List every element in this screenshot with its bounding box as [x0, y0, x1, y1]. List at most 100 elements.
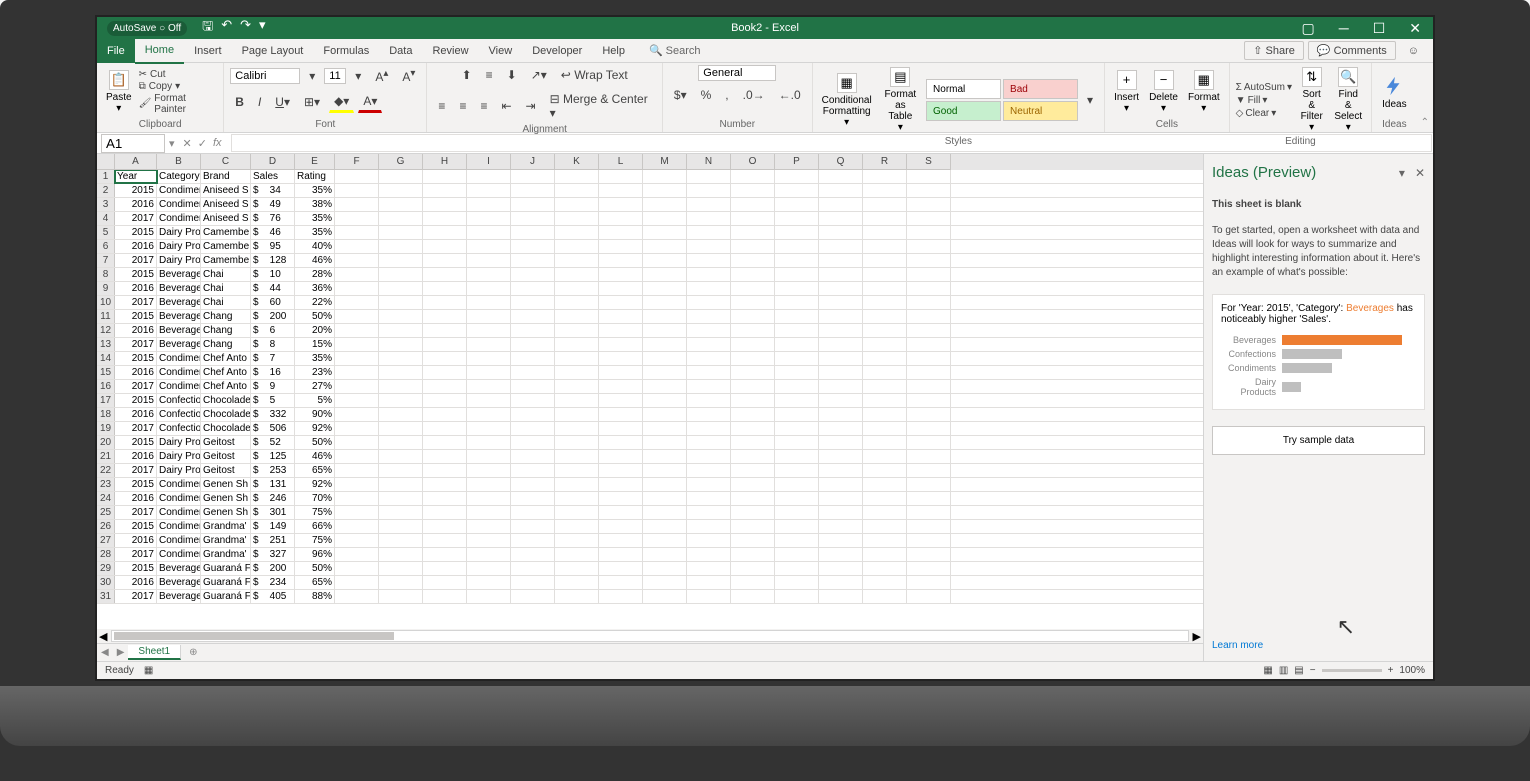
cell[interactable] — [687, 226, 731, 239]
cell[interactable] — [467, 324, 511, 337]
cell[interactable] — [335, 212, 379, 225]
cell[interactable] — [687, 590, 731, 603]
cell[interactable] — [511, 478, 555, 491]
cell[interactable] — [731, 338, 775, 351]
cell[interactable] — [731, 394, 775, 407]
cell[interactable] — [907, 366, 951, 379]
cell[interactable] — [599, 310, 643, 323]
autosum-button[interactable]: ΣAutoSum ▾ — [1236, 81, 1292, 94]
cell[interactable]: Aniseed S — [201, 212, 251, 225]
cell[interactable]: Beverage — [157, 562, 201, 575]
learn-more-link[interactable]: Learn more — [1212, 640, 1425, 651]
cell[interactable] — [643, 240, 687, 253]
cell[interactable] — [775, 226, 819, 239]
cell[interactable] — [511, 324, 555, 337]
cell[interactable] — [467, 562, 511, 575]
cell[interactable] — [555, 226, 599, 239]
align-right-icon[interactable]: ≡ — [475, 96, 492, 116]
cell[interactable]: 50% — [295, 562, 335, 575]
row-header[interactable]: 1 — [97, 170, 115, 183]
cell[interactable] — [379, 520, 423, 533]
cell[interactable] — [555, 562, 599, 575]
cell[interactable]: 50% — [295, 436, 335, 449]
cell[interactable] — [467, 548, 511, 561]
cell[interactable] — [467, 212, 511, 225]
ideas-button[interactable]: Ideas — [1378, 69, 1410, 114]
cell[interactable]: Grandma' — [201, 534, 251, 547]
cell[interactable] — [687, 268, 731, 281]
cell[interactable]: $ 332 — [251, 408, 295, 421]
row-header[interactable]: 14 — [97, 352, 115, 365]
cell[interactable]: 2015 — [115, 394, 157, 407]
column-header[interactable]: F — [335, 154, 379, 170]
cell[interactable]: 2017 — [115, 212, 157, 225]
cell[interactable] — [423, 464, 467, 477]
cell[interactable] — [555, 296, 599, 309]
cell[interactable]: 2015 — [115, 478, 157, 491]
cell[interactable] — [687, 506, 731, 519]
cell[interactable]: Chocolade — [201, 422, 251, 435]
tell-me-search[interactable]: 🔍 Search — [649, 44, 701, 57]
cell[interactable] — [863, 408, 907, 421]
cell[interactable] — [731, 534, 775, 547]
cell[interactable] — [555, 548, 599, 561]
cell[interactable]: Condimer — [157, 212, 201, 225]
cell[interactable] — [731, 436, 775, 449]
cell[interactable] — [907, 590, 951, 603]
cell[interactable] — [863, 394, 907, 407]
cell[interactable] — [555, 170, 599, 183]
cell[interactable]: Guaraná F — [201, 590, 251, 603]
cell[interactable] — [467, 576, 511, 589]
cell[interactable] — [643, 170, 687, 183]
conditional-formatting-button[interactable]: ▦Conditional Formatting▾ — [819, 71, 875, 130]
cell[interactable] — [467, 268, 511, 281]
cell[interactable] — [863, 380, 907, 393]
cell[interactable] — [335, 408, 379, 421]
row-header[interactable]: 23 — [97, 478, 115, 491]
cell[interactable] — [335, 534, 379, 547]
cell[interactable]: Beverage — [157, 338, 201, 351]
cell[interactable]: 46% — [295, 254, 335, 267]
cell[interactable] — [335, 562, 379, 575]
cell[interactable] — [555, 436, 599, 449]
style-normal[interactable]: Normal — [926, 79, 1001, 99]
cell[interactable]: 35% — [295, 226, 335, 239]
cell[interactable] — [819, 226, 863, 239]
cell[interactable] — [643, 562, 687, 575]
row-header[interactable]: 31 — [97, 590, 115, 603]
cell[interactable] — [379, 450, 423, 463]
cell[interactable] — [467, 478, 511, 491]
cut-button[interactable]: ✂Cut — [139, 69, 218, 80]
row-header[interactable]: 13 — [97, 338, 115, 351]
cell[interactable] — [467, 254, 511, 267]
cell[interactable] — [423, 534, 467, 547]
cell[interactable] — [467, 310, 511, 323]
cell[interactable] — [423, 296, 467, 309]
cell[interactable] — [467, 198, 511, 211]
accounting-format-icon[interactable]: $▾ — [669, 85, 692, 105]
cell[interactable] — [863, 464, 907, 477]
cell[interactable] — [819, 422, 863, 435]
cell[interactable] — [775, 352, 819, 365]
cell[interactable]: $ 251 — [251, 534, 295, 547]
cell[interactable] — [863, 548, 907, 561]
column-header[interactable]: L — [599, 154, 643, 170]
cell[interactable]: Condimer — [157, 506, 201, 519]
cell[interactable]: $ 149 — [251, 520, 295, 533]
cell[interactable] — [335, 492, 379, 505]
cell[interactable]: 92% — [295, 478, 335, 491]
sheet-tab[interactable]: Sheet1 — [128, 645, 181, 660]
cell[interactable] — [423, 184, 467, 197]
cell[interactable] — [775, 576, 819, 589]
cell[interactable] — [335, 226, 379, 239]
minimize-icon[interactable]: ─ — [1327, 17, 1361, 39]
cell[interactable] — [335, 464, 379, 477]
cell[interactable] — [643, 436, 687, 449]
cell[interactable]: $ 200 — [251, 310, 295, 323]
cell[interactable] — [819, 436, 863, 449]
tab-developer[interactable]: Developer — [522, 39, 592, 63]
cell[interactable]: Dairy Proc — [157, 450, 201, 463]
cell[interactable]: 28% — [295, 268, 335, 281]
cell[interactable] — [819, 268, 863, 281]
cell[interactable] — [687, 240, 731, 253]
